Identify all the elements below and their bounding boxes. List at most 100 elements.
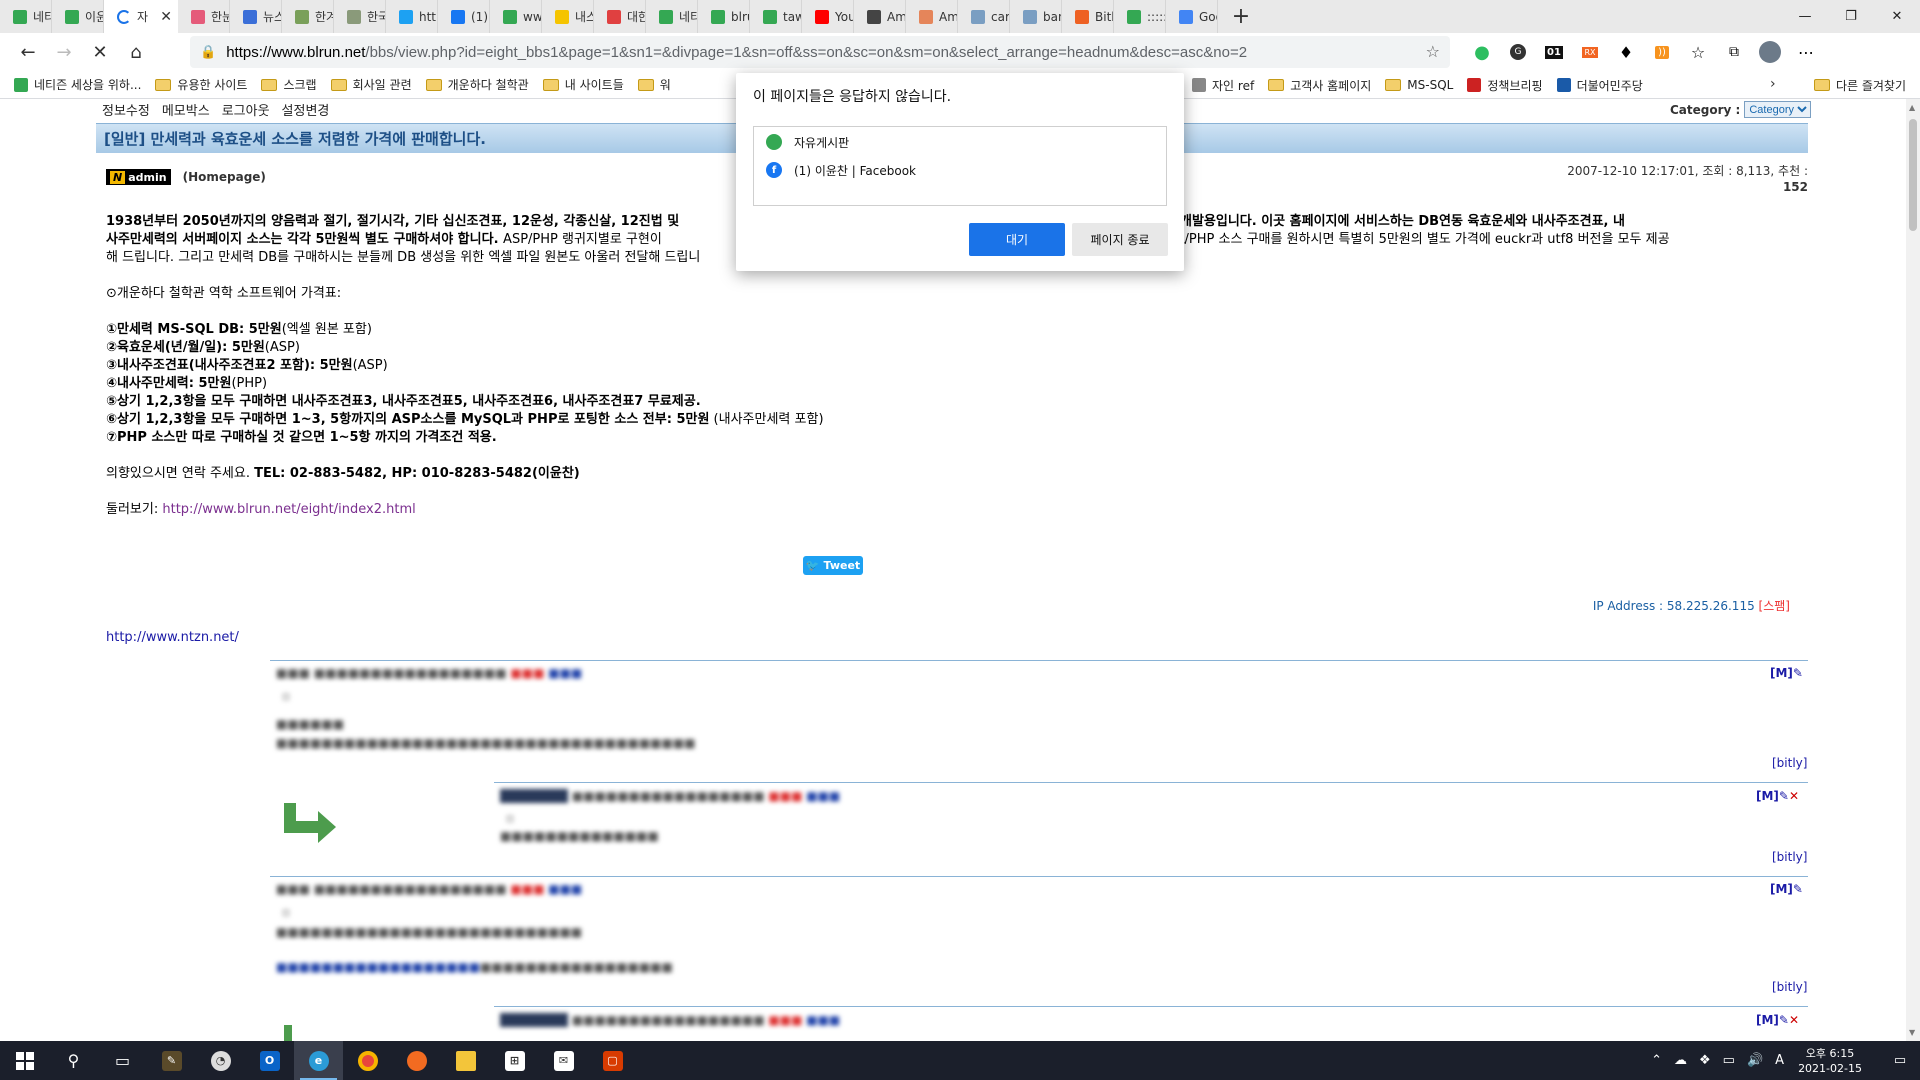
- tab[interactable]: 자 ✕: [104, 0, 178, 33]
- rss-reader-icon[interactable]: RX: [1576, 38, 1604, 66]
- ime-indicator[interactable]: A: [1775, 1053, 1784, 1068]
- reply-mark[interactable]: [M]✎✕: [1756, 789, 1799, 803]
- author-badge[interactable]: Nadmin: [106, 169, 171, 185]
- bookmark-item[interactable]: 회사일 관련: [330, 76, 412, 93]
- minimize-button[interactable]: —: [1782, 0, 1828, 33]
- tab-close-icon[interactable]: ✕: [160, 9, 172, 25]
- file-explorer-icon[interactable]: [441, 1041, 490, 1080]
- page-scrollbar[interactable]: ▲ ▼: [1906, 99, 1920, 1041]
- new-tab-button[interactable]: +: [1218, 0, 1264, 33]
- favorites-icon[interactable]: ☆: [1684, 38, 1712, 66]
- bookmark-item[interactable]: 정책브리핑: [1467, 77, 1543, 94]
- chrome-icon[interactable]: [343, 1041, 392, 1080]
- top-link[interactable]: 로그아웃: [222, 104, 270, 119]
- more-menu-icon[interactable]: ⋯: [1792, 38, 1820, 66]
- start-button[interactable]: [0, 1041, 49, 1080]
- scroll-down-icon[interactable]: ▼: [1909, 1028, 1915, 1037]
- tab[interactable]: tawk.tc: [750, 0, 802, 33]
- notification-icon[interactable]: ▭: [1880, 1041, 1920, 1080]
- tab[interactable]: blrun2: [698, 0, 750, 33]
- bookmark-item[interactable]: MS-SQL: [1385, 78, 1453, 92]
- volume-icon[interactable]: 🔊: [1747, 1053, 1763, 1068]
- close-window-button[interactable]: ✕: [1874, 0, 1920, 33]
- tab[interactable]: Amazo: [906, 0, 958, 33]
- bookmark-item[interactable]: 워: [637, 76, 671, 93]
- collections-icon[interactable]: ⧉: [1720, 38, 1748, 66]
- onedrive-icon[interactable]: ☁: [1674, 1053, 1687, 1068]
- chevron-right-icon[interactable]: ›: [1770, 76, 1776, 92]
- comment-mark[interactable]: [M]✎: [1770, 666, 1803, 680]
- tab[interactable]: (1) 이은: [438, 0, 490, 33]
- tab[interactable]: Googl: [1166, 0, 1218, 33]
- profile-avatar[interactable]: [1756, 38, 1784, 66]
- bookmark-item[interactable]: 유용한 사이트: [155, 76, 247, 93]
- grammarly-icon[interactable]: G: [1504, 38, 1532, 66]
- evernote-icon[interactable]: ●: [1468, 38, 1496, 66]
- mail-icon[interactable]: ✉: [539, 1041, 588, 1080]
- stop-button[interactable]: ✕: [82, 36, 118, 68]
- tab[interactable]: ::::: 이순: [1114, 0, 1166, 33]
- show-hidden-icons-icon[interactable]: ⌃: [1651, 1053, 1662, 1068]
- bookmark-item[interactable]: 자인 ref: [1192, 77, 1254, 94]
- tab[interactable]: 내스트: [542, 0, 594, 33]
- tab[interactable]: 네티즌: [646, 0, 698, 33]
- browse-link[interactable]: http://www.blrun.net/eight/index2.html: [162, 502, 415, 517]
- other-favorites[interactable]: 다른 즐겨찾기: [1813, 71, 1906, 99]
- tab[interactable]: 한눈에: [178, 0, 230, 33]
- ntzn-link[interactable]: http://www.ntzn.net/: [106, 630, 239, 645]
- clock-app-icon[interactable]: ◔: [196, 1041, 245, 1080]
- back-button[interactable]: ←: [10, 36, 46, 68]
- forward-button[interactable]: →: [46, 36, 82, 68]
- tab[interactable]: 한국일: [334, 0, 386, 33]
- 01-extension-icon[interactable]: 01: [1540, 38, 1568, 66]
- homepage-link[interactable]: (Homepage): [183, 170, 266, 184]
- category-select[interactable]: Category: [1744, 101, 1812, 118]
- tab[interactable]: 한겨레: [282, 0, 334, 33]
- bookmark-item[interactable]: 내 사이트들: [542, 76, 624, 93]
- tab[interactable]: card.nc: [958, 0, 1010, 33]
- dropbox-icon[interactable]: ❖: [1699, 1053, 1711, 1068]
- network-icon[interactable]: ▭: [1723, 1053, 1735, 1068]
- scroll-thumb[interactable]: [1909, 119, 1917, 231]
- bitly-link[interactable]: [bitly]: [1772, 850, 1807, 864]
- top-link[interactable]: 메모박스: [162, 104, 210, 119]
- bitly-link[interactable]: [bitly]: [1772, 756, 1807, 770]
- bookmark-item[interactable]: 더불어민주당: [1556, 77, 1643, 94]
- clock[interactable]: 오후 6:15 2021-02-15: [1798, 1046, 1862, 1076]
- scroll-up-icon[interactable]: ▲: [1909, 103, 1915, 112]
- edge-icon[interactable]: e: [294, 1041, 343, 1080]
- comment-mark[interactable]: [M]✎: [1770, 882, 1803, 896]
- reply-mark[interactable]: [M]✎✕: [1756, 1013, 1799, 1027]
- wait-button[interactable]: 대기: [969, 223, 1065, 256]
- spam-link[interactable]: [스팸]: [1759, 599, 1790, 613]
- tab[interactable]: 네티즌: [0, 0, 52, 33]
- bitly-link[interactable]: [bitly]: [1772, 980, 1807, 994]
- bookmark-item[interactable]: 네티즌 세상을 위하...: [14, 76, 141, 93]
- tab[interactable]: www.b: [490, 0, 542, 33]
- home-button[interactable]: ⌂: [118, 36, 154, 68]
- top-link[interactable]: 정보수정: [102, 104, 150, 119]
- firefox-icon[interactable]: [392, 1041, 441, 1080]
- favorite-star-icon[interactable]: ☆: [1426, 42, 1440, 61]
- bookmark-item[interactable]: 고객사 홈페이지: [1268, 77, 1371, 94]
- tab[interactable]: Bitly | /: [1062, 0, 1114, 33]
- restore-button[interactable]: ❐: [1828, 0, 1874, 33]
- pocket-icon[interactable]: ♦: [1612, 38, 1640, 66]
- search-icon[interactable]: ⚲: [49, 1041, 98, 1080]
- tweet-button[interactable]: 🐦 Tweet: [803, 556, 863, 575]
- bookmark-item[interactable]: 스크랩: [261, 76, 317, 93]
- address-bar[interactable]: 🔒 https://www.blrun.net/bbs/view.php?id=…: [190, 36, 1450, 68]
- task-view-icon[interactable]: ▭: [98, 1041, 147, 1080]
- pen-app-icon[interactable]: ✎: [147, 1041, 196, 1080]
- tab[interactable]: https:/: [386, 0, 438, 33]
- tab[interactable]: bankin: [1010, 0, 1062, 33]
- rss-icon[interactable]: )): [1648, 38, 1676, 66]
- store-icon[interactable]: ⊞: [490, 1041, 539, 1080]
- tab[interactable]: Amazo: [854, 0, 906, 33]
- end-pages-button[interactable]: 페이지 종료: [1072, 223, 1168, 256]
- tab[interactable]: 대한민: [594, 0, 646, 33]
- bookmark-item[interactable]: 개운하다 철학관: [425, 76, 529, 93]
- tab[interactable]: 뉴스줌: [230, 0, 282, 33]
- tab[interactable]: 이윤찬: [52, 0, 104, 33]
- office-icon[interactable]: ▢: [588, 1041, 637, 1080]
